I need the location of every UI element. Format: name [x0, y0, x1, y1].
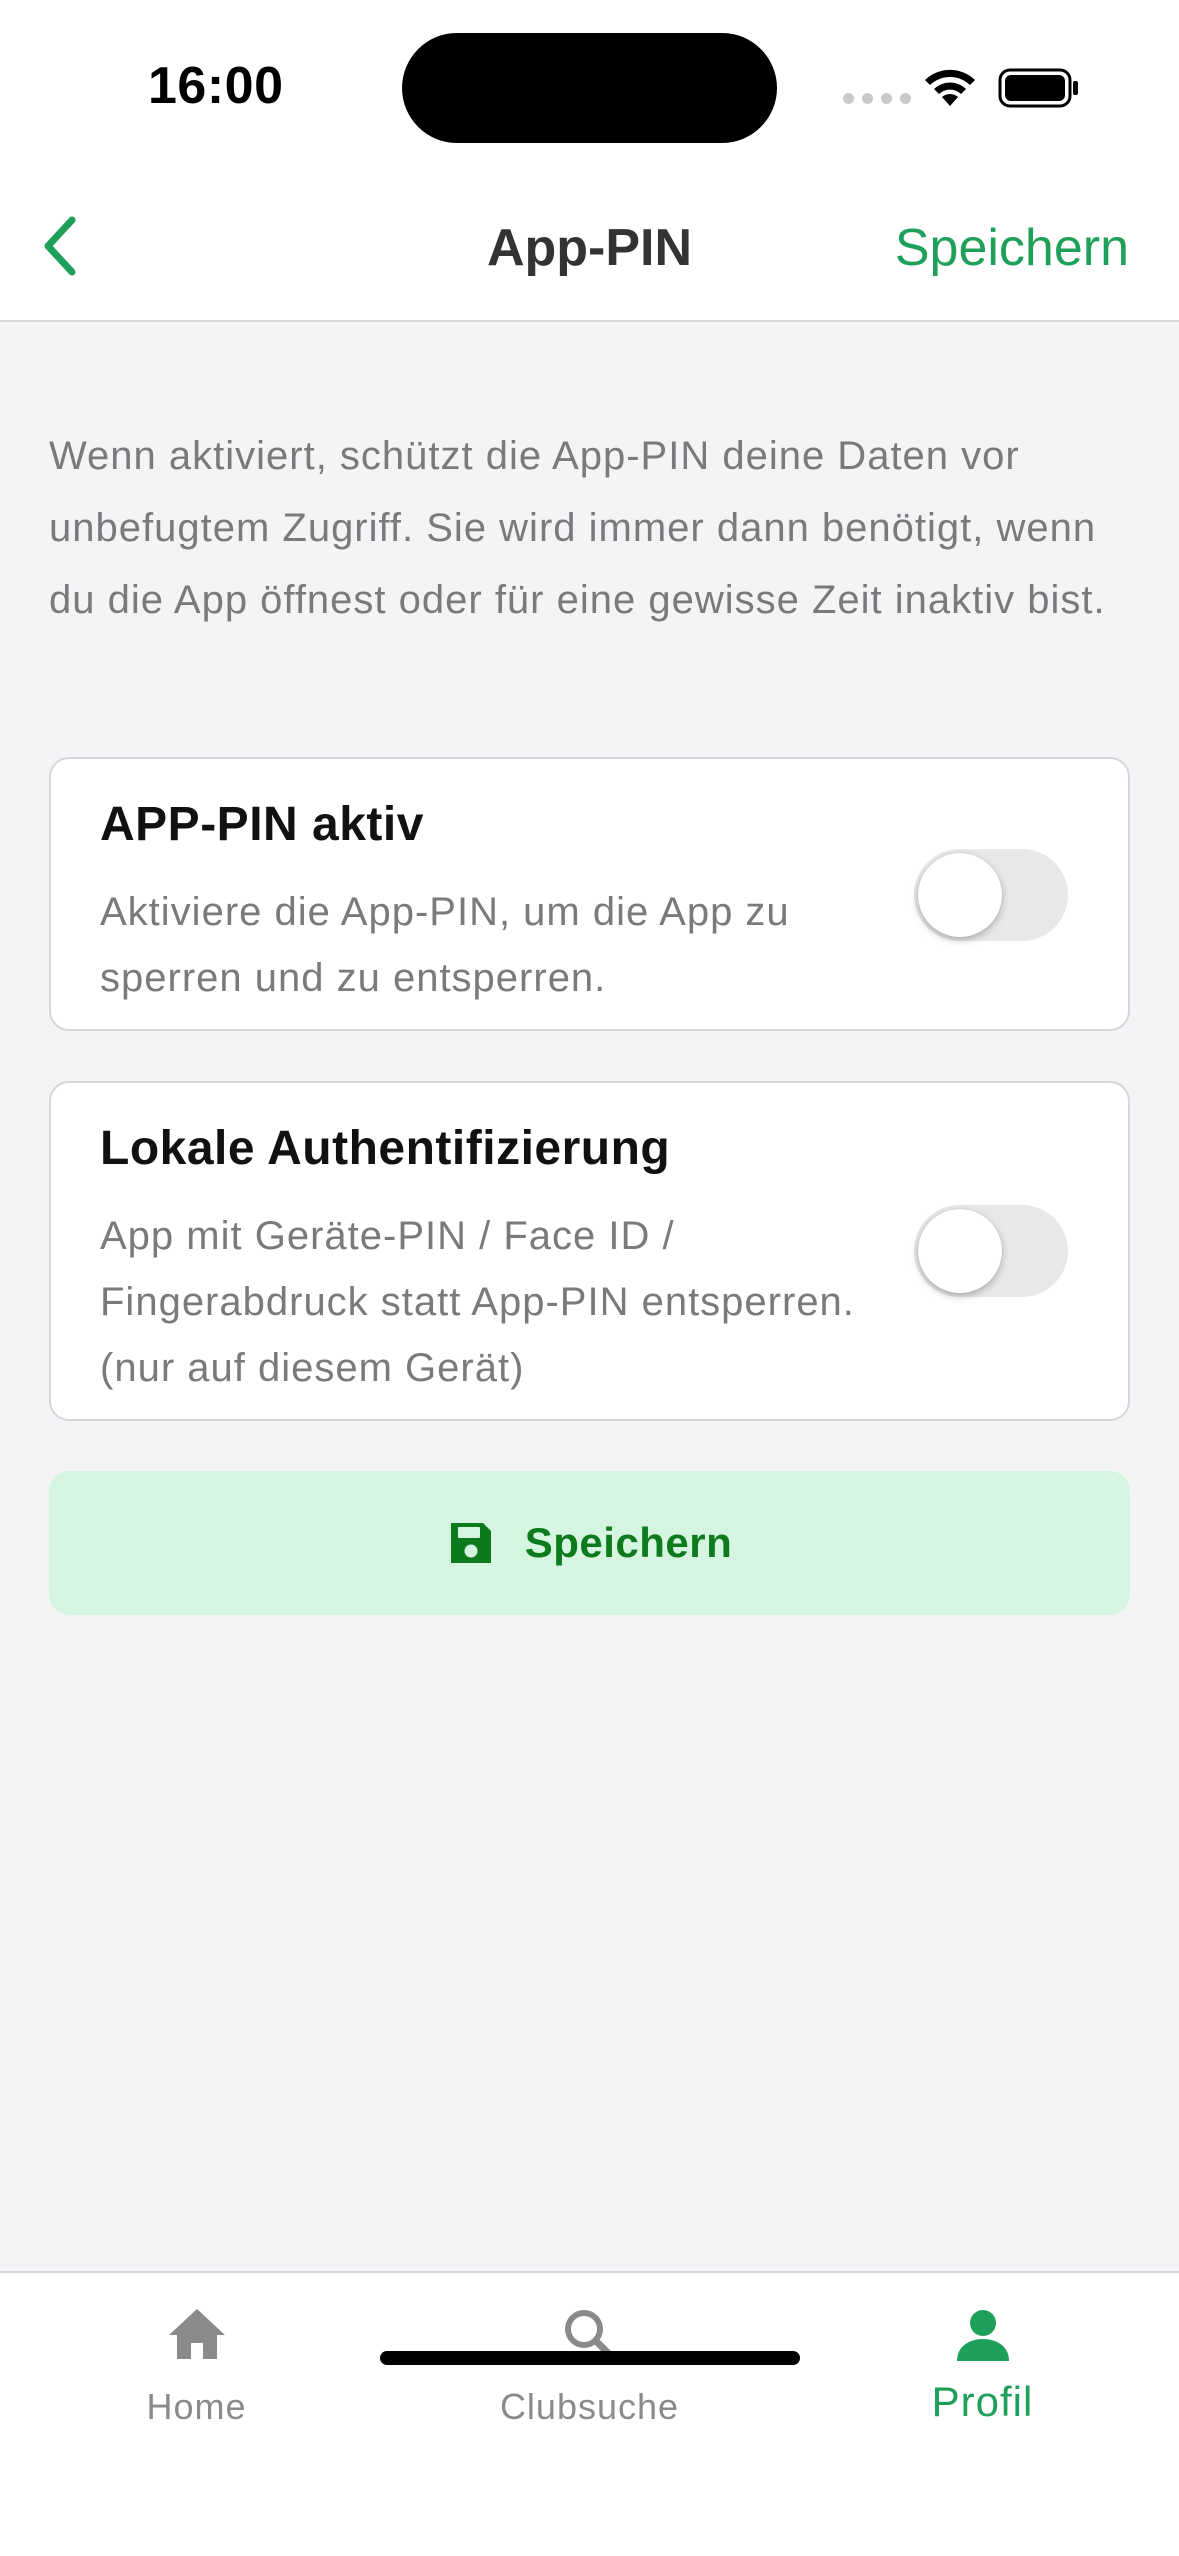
tab-clubsuche-label: Clubsuche: [499, 2386, 680, 2427]
status-bar: 16:00: [0, 0, 1179, 170]
local-auth-title: Lokale Authentifizierung: [100, 1122, 671, 1175]
local-auth-description: App mit Geräte-PIN / Face ID / Fingerabd…: [100, 1214, 855, 1390]
local-auth-toggle[interactable]: [914, 1205, 1068, 1297]
home-icon: [168, 2309, 225, 2359]
app-pin-active-title: APP-PIN aktiv: [100, 798, 424, 851]
toggle-knob: [918, 1209, 1002, 1293]
app-pin-screen: 16:00 App-PIN Speichern Wenn aktiviert, …: [0, 0, 1179, 2556]
floppy-disk-icon: [450, 1523, 491, 1563]
local-auth-card: Lokale Authentifizierung App mit Geräte-…: [49, 1081, 1130, 1421]
nav-save-button[interactable]: Speichern: [895, 218, 1129, 278]
app-pin-active-toggle[interactable]: [914, 849, 1068, 941]
toggle-knob: [918, 853, 1002, 937]
app-pin-active-card: APP-PIN aktiv Aktiviere die App-PIN, um …: [49, 757, 1130, 1031]
navigation-bar: App-PIN Speichern: [0, 170, 1179, 322]
tab-profil-label: Profil: [931, 2378, 1034, 2425]
person-icon: [956, 2310, 1009, 2361]
app-pin-description: Wenn aktiviert, schützt die App-PIN dein…: [49, 434, 1106, 622]
tab-home-label: Home: [146, 2386, 247, 2427]
tab-bar: Home Clubsuche Profil: [0, 2271, 1179, 2556]
wifi-icon: [925, 69, 975, 106]
status-time: 16:00: [148, 57, 284, 115]
tab-home[interactable]: Home: [0, 2273, 393, 2473]
save-button-label: Speichern: [524, 1519, 733, 1566]
tab-clubsuche[interactable]: Clubsuche: [393, 2273, 786, 2473]
cellular-signal-icon: [843, 93, 911, 104]
save-button[interactable]: Speichern: [49, 1471, 1130, 1615]
dynamic-island: [402, 33, 777, 143]
home-indicator: [380, 2351, 800, 2365]
tab-profil[interactable]: Profil: [786, 2273, 1179, 2473]
app-pin-active-description: Aktiviere die App-PIN, um die App zu spe…: [100, 890, 790, 1000]
battery-icon: [998, 68, 1078, 108]
